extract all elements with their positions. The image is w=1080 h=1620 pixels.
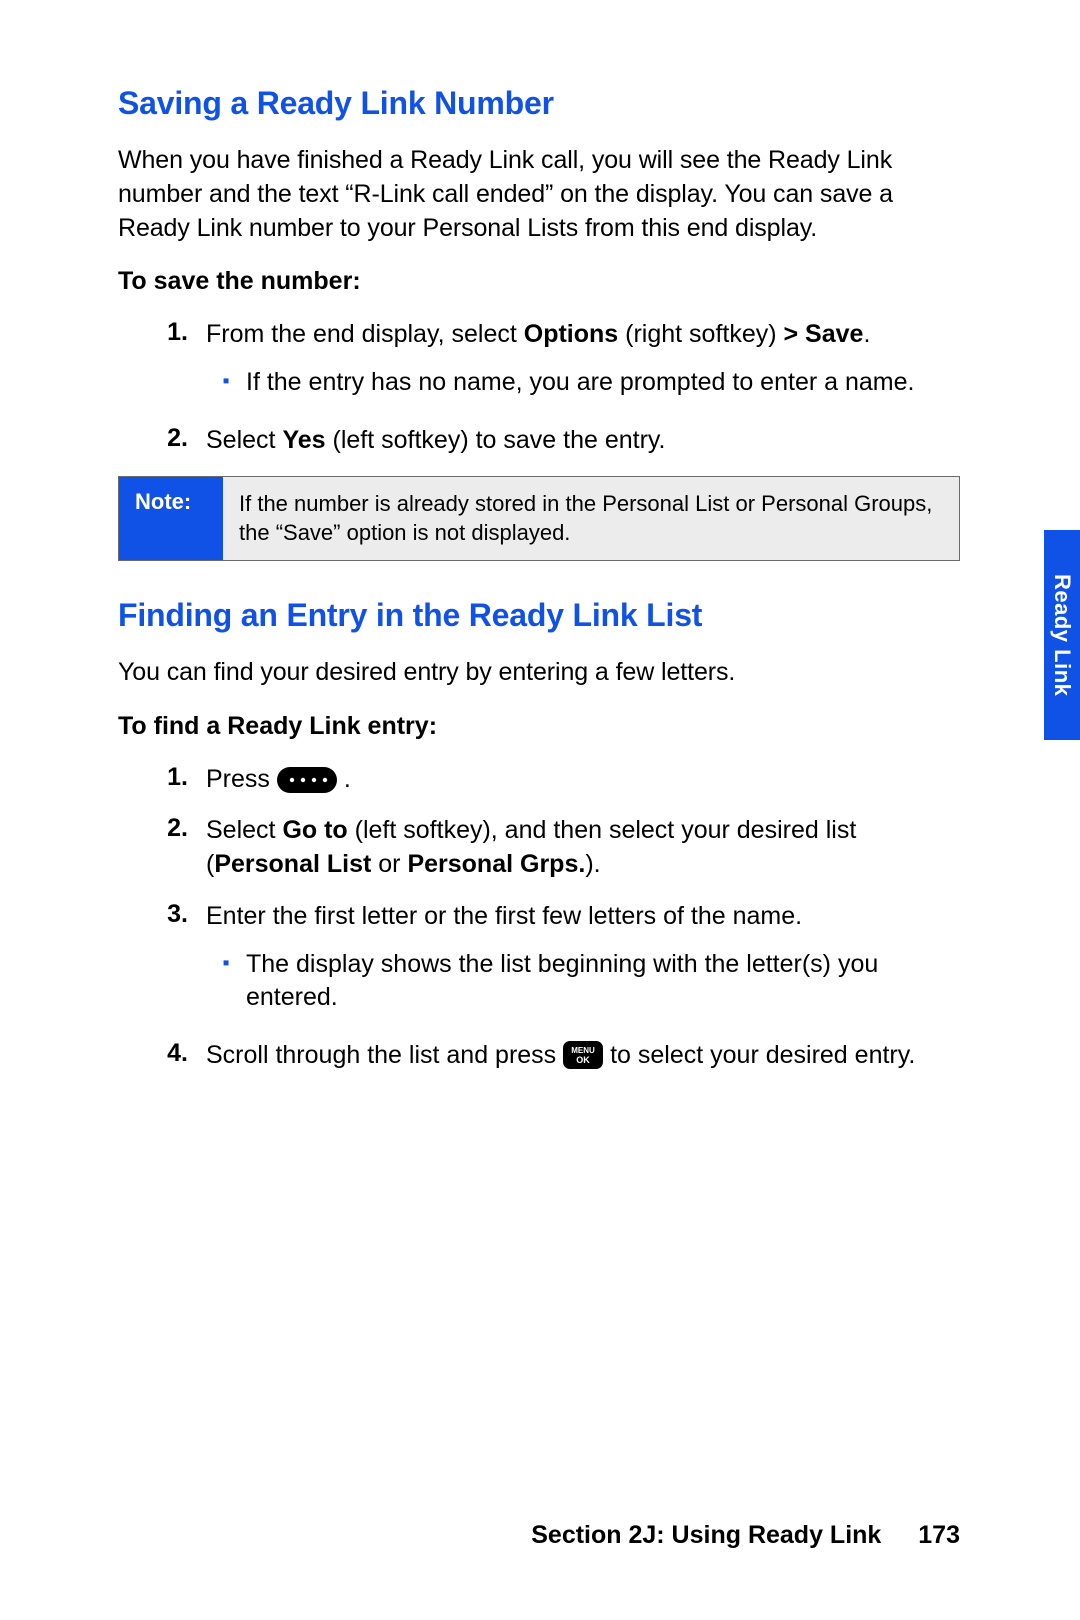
step-number: 1. <box>118 318 206 406</box>
t: Options <box>524 320 618 348</box>
heading-finding: Finding an Entry in the Ready Link List <box>118 597 960 634</box>
note-label: Note: <box>119 477 223 560</box>
t: to select your desired entry. <box>610 1041 915 1069</box>
side-tab: Ready Link <box>1044 530 1080 740</box>
svg-text:OK: OK <box>576 1055 590 1065</box>
t: . <box>344 765 351 793</box>
steps-find: 1. Press . 2. Select Go to (left softkey… <box>118 763 960 1073</box>
t: Yes <box>282 426 325 454</box>
square-bullet-icon: ▪ <box>206 366 246 400</box>
step-number: 3. <box>118 900 206 1021</box>
t: Press <box>206 765 277 793</box>
subhead-save: To save the number: <box>118 267 960 296</box>
svg-text:MENU: MENU <box>571 1046 595 1055</box>
square-bullet-icon: ▪ <box>206 948 246 1016</box>
side-tab-label: Ready Link <box>1049 574 1075 696</box>
t: . <box>863 320 870 348</box>
step-text: Scroll through the list and press MENUOK… <box>206 1039 960 1073</box>
pill-key-icon <box>277 767 337 793</box>
t: > Save <box>784 320 864 348</box>
t: Personal Grps. <box>407 850 585 878</box>
t: Personal List <box>214 850 371 878</box>
footer-section: Section 2J: Using Ready Link <box>531 1521 881 1549</box>
intro-saving: When you have finished a Ready Link call… <box>118 144 960 245</box>
t: From the end display, select <box>206 320 524 348</box>
step-text: From the end display, select Options (ri… <box>206 318 960 406</box>
note-text: If the number is already stored in the P… <box>223 477 959 560</box>
intro-finding: You can find your desired entry by enter… <box>118 656 960 690</box>
step-number: 1. <box>118 763 206 797</box>
footer-page-number: 173 <box>918 1521 960 1549</box>
t: or <box>371 850 407 878</box>
step-text: Enter the first letter or the first few … <box>206 900 960 1021</box>
step-text: Select Yes (left softkey) to save the en… <box>206 424 960 458</box>
t: (right softkey) <box>618 320 783 348</box>
bullet-text: If the entry has no name, you are prompt… <box>246 366 960 400</box>
heading-saving: Saving a Ready Link Number <box>118 85 960 122</box>
t: Scroll through the list and press <box>206 1041 563 1069</box>
t: Select <box>206 426 282 454</box>
footer: Section 2J: Using Ready Link 173 <box>0 1521 1080 1550</box>
step-text: Select Go to (left softkey), and then se… <box>206 814 960 882</box>
step-text: Press . <box>206 763 960 797</box>
t: Go to <box>282 816 347 844</box>
step-number: 4. <box>118 1039 206 1073</box>
menu-ok-key-icon: MENUOK <box>563 1041 603 1069</box>
step-number: 2. <box>118 424 206 458</box>
bullet-text: The display shows the list beginning wit… <box>246 948 960 1016</box>
note-box: Note: If the number is already stored in… <box>118 476 960 561</box>
steps-save: 1. From the end display, select Options … <box>118 318 960 457</box>
t: (left softkey) to save the entry. <box>326 426 666 454</box>
t: ). <box>585 850 600 878</box>
subhead-find: To find a Ready Link entry: <box>118 712 960 741</box>
t: Enter the first letter or the first few … <box>206 902 802 930</box>
step-number: 2. <box>118 814 206 882</box>
t: Select <box>206 816 282 844</box>
